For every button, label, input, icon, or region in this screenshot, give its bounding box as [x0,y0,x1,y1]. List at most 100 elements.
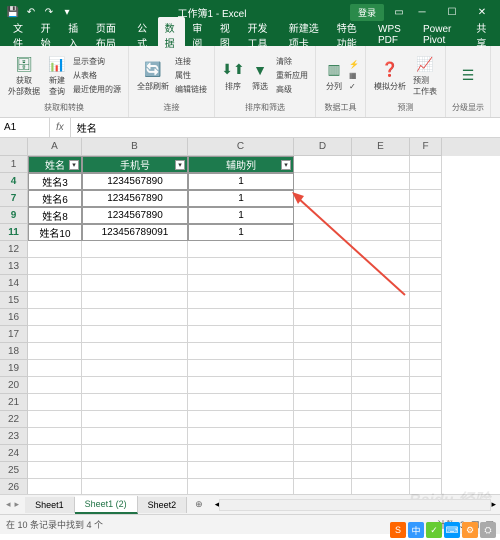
filter-button[interactable]: ▼筛选 [248,58,272,94]
cell[interactable] [352,462,410,479]
cell[interactable] [82,394,188,411]
sheet-tab[interactable]: Sheet1 (2) [75,496,138,514]
cell[interactable] [28,411,82,428]
cell[interactable] [410,241,442,258]
cell[interactable] [294,275,352,292]
cell[interactable] [28,377,82,394]
cell[interactable] [410,360,442,377]
cell[interactable] [352,411,410,428]
cell[interactable] [410,411,442,428]
cell[interactable] [188,360,294,377]
cell[interactable] [352,479,410,494]
cell[interactable] [82,428,188,445]
tray-icon[interactable]: S [390,522,406,538]
cell[interactable]: 1234567890 [82,190,188,207]
cell[interactable] [82,343,188,360]
row-header[interactable]: 11 [0,224,28,241]
cell[interactable] [352,173,410,190]
cell[interactable]: 1 [188,207,294,224]
row-header[interactable]: 7 [0,190,28,207]
cell[interactable] [410,258,442,275]
row-header[interactable]: 1 [0,156,28,173]
cell[interactable] [410,445,442,462]
cell[interactable] [352,428,410,445]
row-header[interactable]: 9 [0,207,28,224]
cell[interactable] [28,258,82,275]
connections-button[interactable]: 连接 [174,55,208,68]
row-header[interactable]: 24 [0,445,28,462]
get-external-data-button[interactable]: 🗄获取 外部数据 [6,52,42,99]
text-to-columns-button[interactable]: ▥分列 [322,58,346,94]
clear-filter-button[interactable]: 清除 [275,55,309,68]
validation-icon[interactable]: ✓ [349,82,359,91]
add-sheet-button[interactable]: ⊕ [187,496,211,513]
column-header[interactable]: D [294,138,352,156]
cell[interactable] [188,241,294,258]
cell[interactable] [28,343,82,360]
cell[interactable] [410,224,442,241]
row-header[interactable]: 20 [0,377,28,394]
cell[interactable] [82,292,188,309]
cell[interactable] [188,377,294,394]
cell[interactable] [28,445,82,462]
cell[interactable] [82,462,188,479]
recent-sources-button[interactable]: 最近使用的源 [72,83,122,96]
cell[interactable] [188,394,294,411]
edit-links-button[interactable]: 编辑链接 [174,83,208,96]
cell[interactable] [82,241,188,258]
spreadsheet-grid[interactable]: ABCDEF1姓名▾手机号▾辅助列▾4姓名3123456789017姓名6123… [0,138,500,494]
cell[interactable] [82,309,188,326]
from-table-button[interactable]: 从表格 [72,69,122,82]
new-query-button[interactable]: 📊新建 查询 [45,52,69,99]
cell[interactable]: 姓名8 [28,207,82,224]
cell[interactable]: 1234567890 [82,173,188,190]
cell[interactable] [294,224,352,241]
row-header[interactable]: 4 [0,173,28,190]
row-header[interactable]: 15 [0,292,28,309]
cell[interactable] [410,428,442,445]
whatif-button[interactable]: ❓模拟分析 [372,58,408,94]
cell[interactable] [410,156,442,173]
cell[interactable] [188,343,294,360]
cell[interactable] [352,394,410,411]
reapply-button[interactable]: 重新应用 [275,69,309,82]
tab-nav-next-icon[interactable]: ▸ [15,499,20,510]
tab-wps[interactable]: WPS PDF [371,21,416,49]
cell[interactable] [294,377,352,394]
tray-icon[interactable]: ⚙ [462,522,478,538]
tray-icon[interactable]: ✓ [426,522,442,538]
cell[interactable] [294,326,352,343]
cell[interactable] [294,445,352,462]
cell[interactable] [352,445,410,462]
cell[interactable]: 1 [188,190,294,207]
row-header[interactable]: 14 [0,275,28,292]
cell[interactable] [82,275,188,292]
table-header-cell[interactable]: 姓名▾ [28,156,82,173]
cell[interactable] [188,445,294,462]
filter-dropdown-icon[interactable]: ▾ [69,160,79,170]
cell[interactable] [28,462,82,479]
cell[interactable] [28,360,82,377]
cell[interactable] [352,275,410,292]
tray-icon[interactable]: 中 [408,522,424,538]
cell[interactable] [352,326,410,343]
row-header[interactable]: 17 [0,326,28,343]
cell[interactable] [294,292,352,309]
cell[interactable] [188,292,294,309]
cell[interactable] [294,190,352,207]
cell[interactable] [352,207,410,224]
cell[interactable] [410,377,442,394]
cell[interactable] [410,309,442,326]
minimize-button[interactable]: ─ [408,1,436,23]
cell[interactable] [28,275,82,292]
show-queries-button[interactable]: 显示查询 [72,55,122,68]
filter-dropdown-icon[interactable]: ▾ [281,160,291,170]
cell[interactable]: 1 [188,224,294,241]
cell[interactable] [294,394,352,411]
cell[interactable] [410,479,442,494]
cell[interactable] [82,326,188,343]
cell[interactable] [410,394,442,411]
remove-dup-icon[interactable]: ▦ [349,71,359,80]
cell[interactable] [410,462,442,479]
column-header[interactable]: B [82,138,188,156]
